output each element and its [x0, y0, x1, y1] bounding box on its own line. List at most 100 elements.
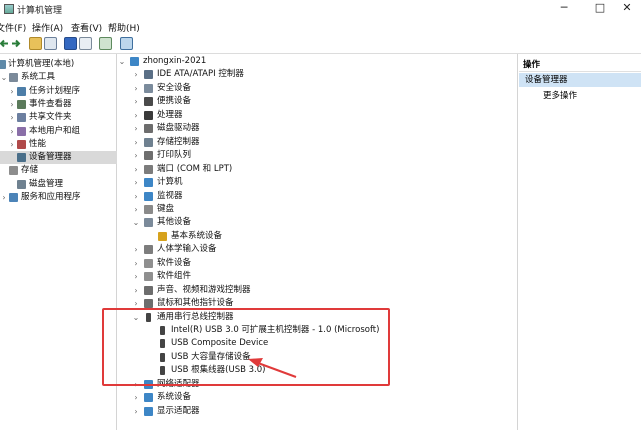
device-label: 软件设备 [157, 257, 192, 268]
warning-device-icon [158, 231, 167, 241]
port-icon [144, 164, 153, 174]
chevron-down-icon[interactable]: ⌄ [0, 71, 8, 84]
chevron-right-icon[interactable]: › [132, 95, 140, 108]
device-category-4[interactable]: › 磁盘驱动器 [118, 122, 518, 135]
chevron-down-icon[interactable]: ⌄ [132, 216, 140, 229]
tree-node-icon [17, 113, 26, 123]
ide-controller-icon [144, 70, 153, 80]
maximize-button[interactable]: □ [585, 0, 615, 18]
tree-item-label: 磁盘管理 [29, 178, 64, 189]
device-label: 打印队列 [157, 150, 192, 161]
tree-item-7[interactable]: 存储 [0, 164, 117, 177]
device-category-19[interactable]: › 系统设备 [118, 391, 518, 404]
window-title: 计算机管理 [17, 6, 63, 16]
chevron-right-icon[interactable]: › [132, 284, 140, 297]
actions-pane: 操作 设备管理器 更多操作 [519, 54, 641, 430]
computer-management-icon [4, 4, 14, 14]
tree-item-label: 服务和应用程序 [21, 192, 81, 202]
computer-icon [144, 178, 153, 188]
forward-arrow-icon[interactable] [10, 37, 23, 50]
annotation-highlight-box [102, 308, 390, 386]
chevron-right-icon[interactable]: › [132, 257, 140, 270]
display-adapter-icon [144, 406, 153, 416]
device-category-8[interactable]: › 计算机 [118, 176, 518, 189]
device-category-0[interactable]: › IDE ATA/ATAPI 控制器 [118, 68, 518, 81]
device-category-1[interactable]: › 安全设备 [118, 82, 518, 95]
device-tree-root[interactable]: ⌄ zhongxin-2021 [118, 55, 518, 68]
menu-file[interactable]: 文件(F) [0, 21, 26, 34]
device-label: 磁盘驱动器 [157, 123, 200, 134]
chevron-right-icon[interactable]: › [132, 391, 140, 404]
device-category-9[interactable]: › 监视器 [118, 190, 518, 203]
help-icon[interactable] [64, 37, 77, 50]
chevron-right-icon[interactable]: › [8, 85, 16, 98]
tree-item-8[interactable]: 磁盘管理 [0, 178, 117, 191]
device-category-15[interactable]: › 声音、视频和游戏控制器 [118, 284, 518, 297]
tree-item-4[interactable]: › 本地用户和组 [0, 125, 117, 138]
chevron-right-icon[interactable]: › [8, 138, 16, 151]
menu-action[interactable]: 操作(A) [32, 21, 63, 34]
device-category-14[interactable]: › 软件组件 [118, 270, 518, 283]
menu-help[interactable]: 帮助(H) [108, 21, 140, 34]
chevron-right-icon[interactable]: › [8, 125, 16, 138]
tree-item-label: 存储 [21, 165, 39, 176]
chevron-right-icon[interactable]: › [132, 243, 140, 256]
chevron-right-icon[interactable]: › [132, 405, 140, 418]
tree-item-9[interactable]: › 服务和应用程序 [0, 191, 117, 204]
actions-device-manager[interactable]: 设备管理器 [519, 73, 641, 87]
folder-up-icon[interactable] [29, 37, 42, 50]
tree-item-0[interactable]: ⌄ 系统工具 [0, 71, 117, 84]
chevron-right-icon[interactable]: › [132, 270, 140, 283]
monitor-icon[interactable] [120, 37, 133, 50]
device-category-13[interactable]: › 软件设备 [118, 257, 518, 270]
chevron-right-icon[interactable]: › [8, 98, 16, 111]
chevron-right-icon[interactable]: › [132, 176, 140, 189]
chevron-right-icon[interactable]: › [132, 136, 140, 149]
tree-node-icon [9, 166, 18, 176]
tree-item-3[interactable]: › 共享文件夹 [0, 111, 117, 124]
tree-item-2[interactable]: › 事件查看器 [0, 98, 117, 111]
tree-item-5[interactable]: › 性能 [0, 138, 117, 151]
device-label: 基本系统设备 [171, 230, 223, 241]
device-category-12[interactable]: › 人体学输入设备 [118, 243, 518, 256]
tree-item-6[interactable]: 设备管理器 [0, 151, 117, 165]
minimize-button[interactable]: ─ [549, 0, 579, 18]
device-item-11-0[interactable]: 基本系统设备 [118, 230, 518, 243]
refresh-icon[interactable] [99, 37, 112, 50]
chevron-right-icon[interactable]: › [132, 149, 140, 162]
chevron-right-icon[interactable]: › [132, 122, 140, 135]
chevron-right-icon[interactable]: › [132, 203, 140, 216]
device-category-10[interactable]: › 键盘 [118, 203, 518, 216]
storage-controller-icon [144, 137, 153, 147]
printer-icon [144, 151, 153, 161]
chevron-down-icon[interactable]: ⌄ [118, 55, 126, 68]
more-actions-link[interactable]: 更多操作 [543, 90, 577, 102]
device-label: 监视器 [157, 190, 183, 201]
chevron-right-icon[interactable]: › [132, 68, 140, 81]
device-category-2[interactable]: › 便携设备 [118, 95, 518, 108]
device-category-5[interactable]: › 存储控制器 [118, 136, 518, 149]
chevron-right-icon[interactable]: › [132, 109, 140, 122]
device-category-3[interactable]: › 处理器 [118, 109, 518, 122]
chevron-right-icon[interactable]: › [0, 191, 8, 204]
toolbar [0, 34, 641, 54]
device-category-11[interactable]: ⌄ 其他设备 [118, 216, 518, 229]
device-category-6[interactable]: › 打印队列 [118, 149, 518, 162]
chevron-right-icon[interactable]: › [8, 111, 16, 124]
tree-item-1[interactable]: › 任务计划程序 [0, 85, 117, 98]
properties-icon[interactable] [79, 37, 92, 50]
chevron-right-icon[interactable]: › [132, 163, 140, 176]
tree-item-label: 事件查看器 [29, 98, 72, 109]
tree-item-root[interactable]: 计算机管理(本地) [0, 58, 117, 71]
device-category-7[interactable]: › 端口 (COM 和 LPT) [118, 163, 518, 176]
show-hide-tree-icon[interactable] [44, 37, 57, 50]
actions-title: 操作 [519, 58, 641, 72]
chevron-right-icon[interactable]: › [132, 190, 140, 203]
close-button[interactable]: ✕ [612, 0, 641, 18]
menu-view[interactable]: 查看(V) [71, 21, 102, 34]
computer-management-icon [0, 60, 6, 69]
chevron-right-icon[interactable]: › [132, 82, 140, 95]
device-category-20[interactable]: › 显示适配器 [118, 405, 518, 418]
tree-node-icon [9, 73, 18, 83]
tree-item-label: 设备管理器 [29, 152, 72, 163]
